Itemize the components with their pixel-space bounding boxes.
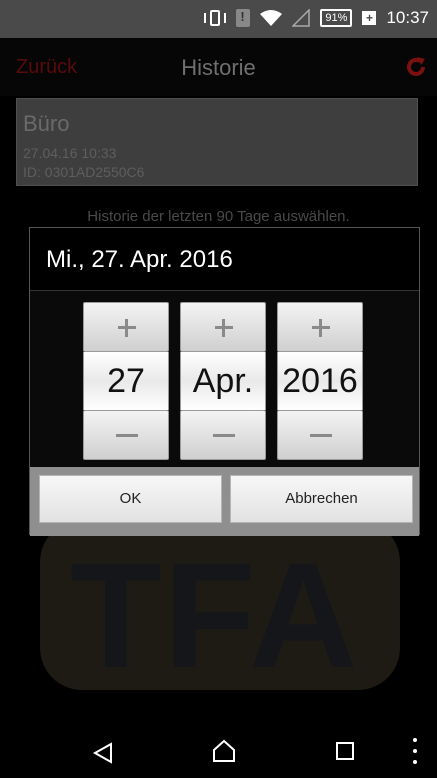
ok-button[interactable]: OK <box>39 475 222 523</box>
device-card[interactable]: Büro 27.04.16 10:33 ID: 0301AD2550C6 <box>16 98 418 186</box>
day-value[interactable]: 27 <box>83 352 169 410</box>
month-increment-button[interactable] <box>180 302 266 352</box>
month-picker: Apr. <box>180 302 266 460</box>
date-picker-dialog: Mi., 27. Apr. 2016 27 Apr. 2016 OK Abbre… <box>29 227 420 536</box>
page-title: Historie <box>181 55 256 80</box>
more-options-icon[interactable] <box>413 738 419 768</box>
battery-indicator: 91% <box>320 9 353 27</box>
charging-icon: + <box>362 11 377 25</box>
wifi-icon <box>260 10 283 26</box>
status-time: 10:37 <box>386 8 429 27</box>
day-increment-button[interactable] <box>83 302 169 352</box>
dialog-title: Mi., 27. Apr. 2016 <box>46 246 233 273</box>
nav-recents-icon[interactable] <box>336 742 354 760</box>
history-hint: Historie der letzten 90 Tage auswählen. <box>87 208 350 225</box>
day-picker: 27 <box>83 302 169 460</box>
nav-back-icon[interactable] <box>92 742 114 764</box>
vibrate-icon <box>204 9 227 27</box>
year-decrement-button[interactable] <box>277 410 363 460</box>
device-id: ID: 0301AD2550C6 <box>23 164 145 180</box>
device-timestamp: 27.04.16 10:33 <box>23 145 117 161</box>
month-value[interactable]: Apr. <box>180 352 266 410</box>
signal-icon <box>292 9 311 27</box>
year-increment-button[interactable] <box>277 302 363 352</box>
cancel-button[interactable]: Abbrechen <box>230 475 413 523</box>
year-value[interactable]: 2016 <box>277 352 363 410</box>
dialog-button-bar: OK Abbrechen <box>30 467 419 536</box>
battery-level: 91% <box>325 12 348 24</box>
day-decrement-button[interactable] <box>83 410 169 460</box>
navigation-bar <box>0 726 437 778</box>
sim-alert-icon <box>236 9 251 27</box>
month-decrement-button[interactable] <box>180 410 266 460</box>
tfa-logo: TFA <box>70 531 360 699</box>
nav-home-icon[interactable] <box>212 739 236 763</box>
refresh-icon[interactable] <box>405 56 427 78</box>
year-picker: 2016 <box>277 302 363 460</box>
dialog-header: Mi., 27. Apr. 2016 <box>30 228 419 290</box>
status-bar: 91% + 10:37 <box>0 0 437 38</box>
app-header: Zurück Historie <box>0 38 437 96</box>
device-name: Büro <box>23 111 70 136</box>
